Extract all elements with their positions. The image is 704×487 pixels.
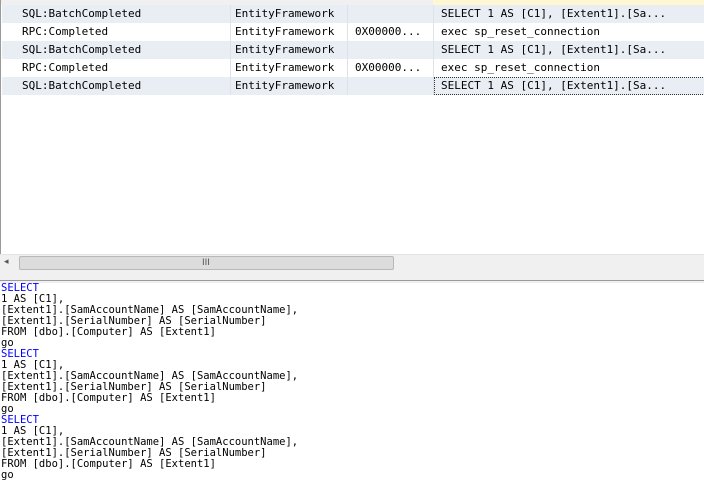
application-name-cell[interactable]: EntityFramework (231, 59, 348, 77)
sql-text-pane[interactable]: SELECT 1 AS [C1], [Extent1].[SamAccountNam… (0, 283, 704, 487)
sql-line: SELECT (1, 348, 39, 360)
sql-line: go (1, 403, 14, 415)
trace-row[interactable]: SQL:BatchCompleted EntityFramework SELECT … (2, 77, 704, 95)
event-class-cell[interactable]: SQL:BatchCompleted (2, 77, 231, 95)
scroll-left-arrow-icon[interactable]: ◂ (4, 257, 9, 267)
application-name-cell[interactable]: EntityFramework (231, 41, 348, 59)
event-class-cell[interactable]: SQL:BatchCompleted (2, 5, 231, 23)
sql-line: FROM [dbo].[Computer] AS [Extent1] (1, 458, 216, 470)
event-class-cell[interactable]: RPC:Completed (2, 23, 231, 41)
binary-data-cell[interactable] (348, 41, 434, 59)
sql-line: FROM [dbo].[Computer] AS [Extent1] (1, 326, 216, 338)
sql-line: SELECT (1, 414, 39, 426)
binary-data-cell[interactable] (348, 5, 434, 23)
text-data-cell[interactable]: SELECT 1 AS [C1], [Extent1].[Sa... (434, 5, 704, 23)
sql-line: SELECT (1, 282, 39, 294)
grid-bottom-padding (0, 271, 704, 280)
binary-data-cell[interactable]: 0X00000... (348, 23, 434, 41)
text-data-cell[interactable]: exec sp_reset_connection (434, 59, 704, 77)
application-name-cell[interactable]: EntityFramework (231, 23, 348, 41)
horizontal-scrollbar[interactable]: ◂ III (0, 254, 704, 271)
sql-line: FROM [dbo].[Computer] AS [Extent1] (1, 392, 216, 404)
binary-data-cell[interactable]: 0X00000... (348, 59, 434, 77)
trace-row[interactable]: SQL:BatchCompleted EntityFramework SELECT … (2, 41, 704, 59)
scrollbar-grip-icon: III (202, 258, 210, 268)
text-data-cell[interactable]: SELECT 1 AS [C1], [Extent1].[Sa... (434, 77, 704, 95)
trace-grid[interactable]: SQL:BatchCompleted EntityFramework SELECT … (0, 0, 704, 254)
sql-line: go (1, 337, 14, 349)
binary-data-cell[interactable] (348, 77, 434, 95)
sql-lines: SELECT 1 AS [C1], [Extent1].[SamAccountNam… (0, 283, 704, 481)
trace-row[interactable]: SQL:BatchCompleted EntityFramework SELECT … (2, 5, 704, 23)
application-name-cell[interactable]: EntityFramework (231, 77, 348, 95)
sql-line: go (1, 469, 14, 481)
text-data-cell[interactable]: exec sp_reset_connection (434, 23, 704, 41)
trace-row[interactable]: RPC:Completed EntityFramework 0X00000... ex… (2, 23, 704, 41)
event-class-cell[interactable]: RPC:Completed (2, 59, 231, 77)
trace-row[interactable]: RPC:Completed EntityFramework 0X00000... ex… (2, 59, 704, 77)
application-name-cell[interactable]: EntityFramework (231, 5, 348, 23)
event-class-cell[interactable]: SQL:BatchCompleted (2, 41, 231, 59)
text-data-cell[interactable]: SELECT 1 AS [C1], [Extent1].[Sa... (434, 41, 704, 59)
scrollbar-thumb[interactable]: III (19, 256, 394, 270)
